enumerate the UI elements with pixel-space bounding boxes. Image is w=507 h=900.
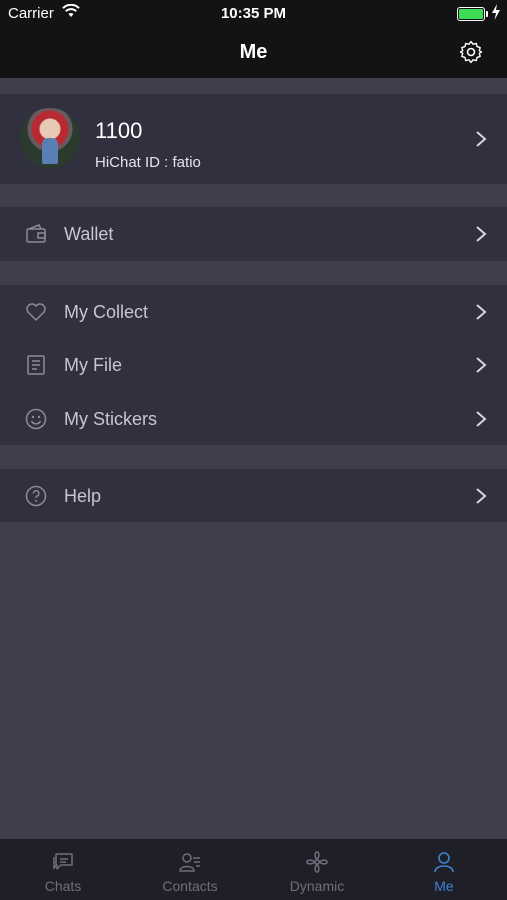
profile-name: 1100	[95, 118, 143, 143]
contacts-icon	[179, 853, 200, 872]
menu-label-my-collect: My Collect	[64, 302, 149, 322]
chat-icon	[53, 853, 73, 870]
chevron-right-icon	[476, 488, 487, 504]
heart-icon	[26, 303, 46, 321]
status-bar: Carrier 10:35 PM	[0, 0, 507, 28]
page-title: Me	[239, 41, 268, 63]
help-icon	[25, 485, 47, 507]
person-icon	[434, 852, 454, 873]
menu-label-my-stickers: My Stickers	[64, 409, 158, 429]
menu-item-my-file[interactable]: My File	[0, 338, 507, 392]
tab-label-dynamic: Dynamic	[289, 878, 345, 894]
document-icon	[27, 355, 45, 375]
tab-me[interactable]: Me	[381, 839, 507, 900]
chevron-right-icon	[476, 304, 487, 320]
menu-item-my-stickers[interactable]: My Stickers	[0, 392, 507, 446]
tab-contacts[interactable]: Contacts	[127, 839, 253, 900]
tab-label-me: Me	[434, 878, 454, 894]
chevron-right-icon	[476, 357, 487, 373]
tab-dynamic[interactable]: Dynamic	[254, 839, 380, 900]
menu-label-wallet: Wallet	[64, 224, 114, 244]
help-group: Help	[0, 469, 507, 522]
wallet-icon	[26, 224, 46, 243]
smiley-icon	[25, 408, 47, 430]
flower-icon	[306, 851, 328, 873]
navigation-bar: Me	[0, 28, 507, 78]
tab-bar: Chats Contacts Dynamic Me	[0, 839, 507, 900]
clock: 10:35 PM	[220, 5, 287, 22]
menu-label-help: Help	[64, 486, 102, 506]
avatar	[20, 108, 80, 168]
tab-label-contacts: Contacts	[162, 878, 218, 894]
tab-chats[interactable]: Chats	[0, 839, 126, 900]
tab-label-chats: Chats	[44, 878, 82, 894]
chevron-right-icon	[476, 131, 487, 147]
menu-item-help[interactable]: Help	[0, 469, 507, 523]
profile-hichat-id: HiChat ID : fatio	[95, 154, 201, 171]
battery-icon	[457, 7, 488, 21]
chevron-right-icon	[476, 411, 487, 427]
profile-card[interactable]: 1100 HiChat ID : fatio	[0, 94, 507, 184]
menu-item-my-collect[interactable]: My Collect	[0, 285, 507, 339]
chevron-right-icon	[476, 226, 487, 242]
gear-icon[interactable]	[459, 40, 483, 64]
collection-group: My Collect My File My Stickers	[0, 285, 507, 445]
menu-label-my-file: My File	[64, 355, 122, 375]
wallet-group: Wallet	[0, 207, 507, 261]
menu-item-wallet[interactable]: Wallet	[0, 207, 507, 261]
charging-icon	[492, 4, 500, 20]
